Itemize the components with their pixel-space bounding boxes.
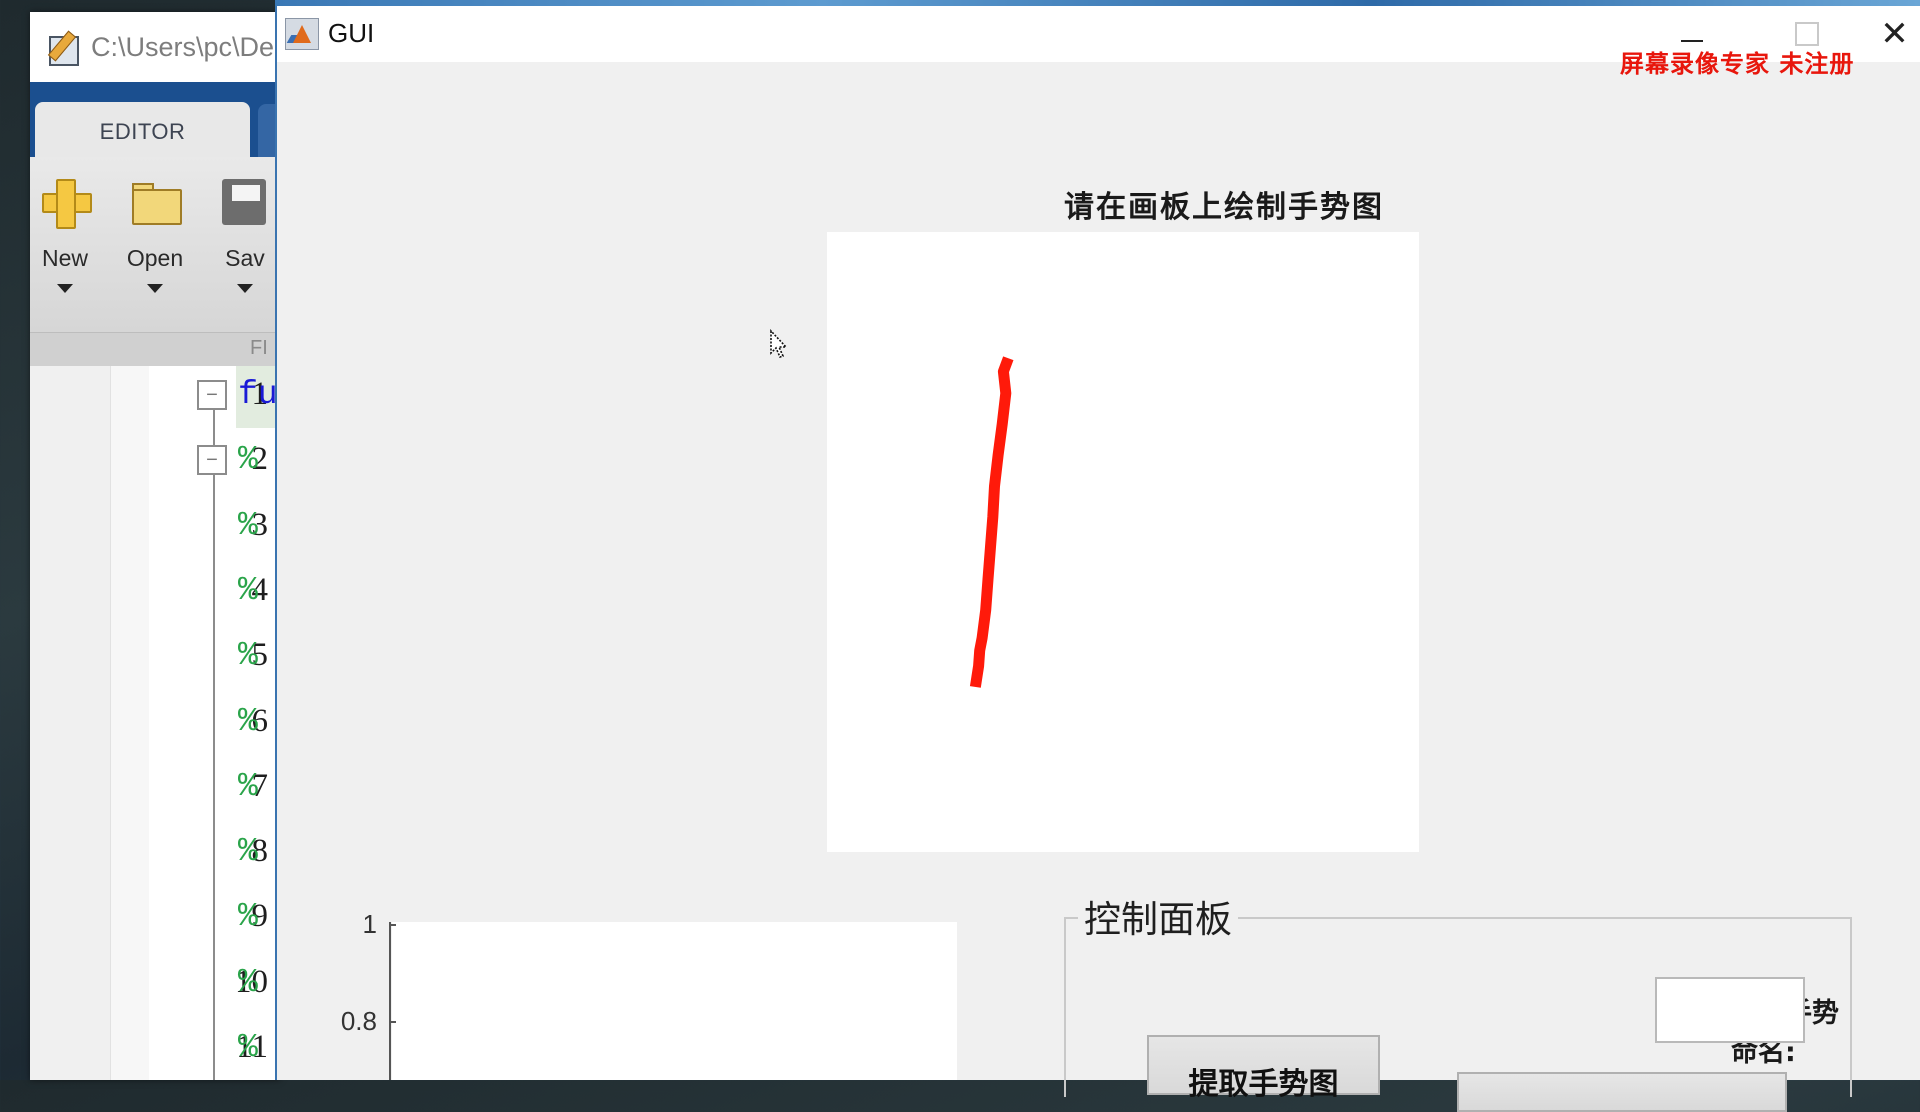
recorder-watermark: 屏幕录像专家 未注册 bbox=[1620, 49, 1855, 78]
open-folder-icon bbox=[130, 177, 182, 227]
editor-file-path: C:\Users\pc\De bbox=[91, 31, 275, 62]
code-editor[interactable]: 1− fu 2−% 3% 4% 5% 6% 7% 8% 9% 10% 11% bbox=[30, 366, 280, 1080]
gui-titlebar: GUI ✕ 屏幕录像专家 未注册 bbox=[277, 6, 1920, 78]
open-dropdown-arrow-icon[interactable] bbox=[147, 284, 163, 293]
y-tick-label: 0.8 bbox=[340, 1006, 377, 1036]
minimize-icon bbox=[1681, 40, 1703, 42]
save-label: Sav bbox=[225, 245, 265, 271]
code-line: % bbox=[238, 637, 258, 675]
new-file-icon bbox=[40, 177, 92, 229]
control-panel-title: 控制面板 bbox=[1078, 889, 1238, 943]
close-button[interactable]: ✕ bbox=[1867, 6, 1920, 62]
breakpoint-column[interactable] bbox=[111, 366, 149, 1080]
code-line: % bbox=[238, 963, 258, 1001]
editor-toolstrip: New Open Sav bbox=[30, 157, 280, 332]
code-line: % bbox=[238, 506, 258, 544]
result-axes bbox=[392, 922, 957, 1080]
gesture-name-input[interactable] bbox=[1655, 977, 1805, 1043]
drawing-svg bbox=[969, 356, 1014, 688]
y-tick-0-8 bbox=[389, 1021, 396, 1023]
matlab-editor-window: C:\Users\pc\De EDITOR New Open Sav FI 1−… bbox=[30, 12, 280, 1080]
open-button[interactable]: Open bbox=[115, 177, 195, 293]
window-title: GUI bbox=[328, 18, 375, 48]
new-label: New bbox=[41, 245, 88, 271]
save-disk-icon bbox=[220, 177, 270, 227]
file-section-label: FI bbox=[250, 337, 268, 359]
drawing-pad-title: 请在画板上绘制手势图 bbox=[1064, 190, 1384, 225]
code-line: fu bbox=[238, 376, 278, 413]
save-dropdown-arrow-icon[interactable] bbox=[237, 284, 253, 293]
code-line: % bbox=[238, 833, 258, 871]
code-line: % bbox=[238, 571, 258, 609]
line-number-gutter bbox=[30, 366, 111, 1080]
save-button[interactable]: Sav bbox=[205, 177, 280, 293]
code-line: % bbox=[238, 1029, 258, 1066]
maximize-icon bbox=[1795, 22, 1819, 46]
drawing-pad-canvas[interactable] bbox=[827, 232, 1419, 852]
gesture-stroke bbox=[969, 356, 1014, 688]
fold-toggle-icon[interactable]: − bbox=[197, 445, 227, 476]
extract-gesture-button[interactable]: 提取手势图 bbox=[1147, 1035, 1380, 1102]
close-icon: ✕ bbox=[1880, 15, 1909, 53]
fold-toggle-icon[interactable]: − bbox=[197, 380, 227, 410]
editor-pencil-icon bbox=[47, 30, 81, 66]
matlab-logo-icon bbox=[285, 18, 319, 50]
code-line: % bbox=[238, 702, 258, 740]
code-line: % bbox=[238, 898, 258, 936]
y-tick-1 bbox=[389, 924, 396, 926]
code-line: % bbox=[238, 441, 258, 479]
gui-figure-window: GUI ✕ 屏幕录像专家 未注册 请在画板上绘制手势图 1 0.8 控制面板 输… bbox=[275, 6, 1920, 1112]
new-button[interactable]: New bbox=[30, 177, 105, 293]
y-axis-line bbox=[389, 922, 391, 1080]
y-tick-label: 1 bbox=[362, 909, 377, 939]
editor-ribbon-tabs: EDITOR bbox=[30, 82, 280, 164]
open-label: Open bbox=[126, 245, 184, 271]
toolstrip-section-bar: FI bbox=[30, 332, 280, 367]
editor-titlebar: C:\Users\pc\De bbox=[30, 12, 280, 82]
mouse-pointer-icon bbox=[770, 329, 788, 358]
tab-editor[interactable]: EDITOR bbox=[35, 102, 250, 162]
new-dropdown-arrow-icon[interactable] bbox=[57, 284, 73, 293]
save-gesture-button[interactable] bbox=[1457, 1072, 1787, 1112]
code-line: % bbox=[238, 767, 258, 805]
